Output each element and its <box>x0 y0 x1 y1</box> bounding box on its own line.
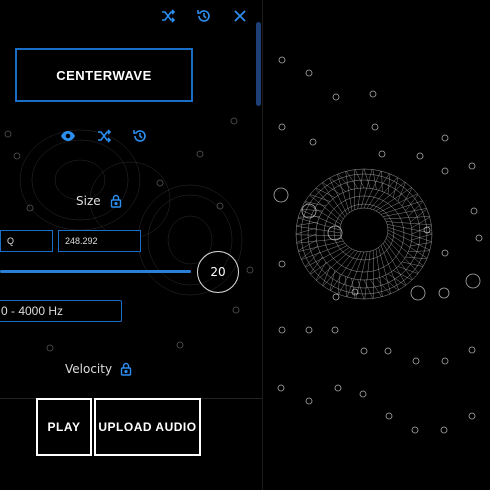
particle <box>440 426 448 434</box>
particle <box>416 152 424 160</box>
top-toolbar <box>160 8 248 24</box>
torus-line <box>382 243 407 286</box>
torus-line <box>387 226 432 242</box>
frequency-value: 0 - 4000 Hz <box>1 304 64 318</box>
torus-line <box>296 221 318 226</box>
torus-line <box>357 279 365 300</box>
particle <box>441 357 449 365</box>
torus-line <box>410 242 432 247</box>
particle <box>278 260 286 268</box>
size-input-b[interactable]: 248.292 <box>58 230 141 252</box>
velocity-label: Velocity <box>65 362 113 376</box>
particle <box>410 285 426 301</box>
particle <box>278 56 286 64</box>
particle <box>468 346 476 354</box>
torus-line <box>372 169 377 190</box>
shuffle-icon[interactable] <box>160 8 176 24</box>
particle <box>470 207 478 215</box>
particle <box>305 69 313 77</box>
scrollbar-thumb[interactable] <box>256 22 261 106</box>
torus-line <box>366 173 390 209</box>
torus-line <box>301 208 323 212</box>
torus-line <box>387 232 428 259</box>
torus-line <box>329 270 336 291</box>
particle <box>468 162 476 170</box>
particle <box>309 138 317 146</box>
particle <box>412 357 420 365</box>
control-panel: CENTERWAVE Size Q 248.292 20 0 - 4000 Hz… <box>0 0 262 490</box>
history-icon[interactable] <box>132 128 148 144</box>
particle <box>384 347 392 355</box>
lock-icon[interactable] <box>110 193 122 208</box>
panel-divider <box>262 0 263 490</box>
particle <box>277 384 285 392</box>
torus-line <box>338 251 362 295</box>
particle <box>438 287 450 299</box>
particle <box>369 90 377 98</box>
torus-line <box>408 250 430 252</box>
particle <box>359 390 367 398</box>
particle <box>331 326 339 334</box>
torus-line <box>296 238 342 244</box>
slider-knob[interactable]: 20 <box>197 251 239 293</box>
torus-line <box>305 245 348 268</box>
torus-line <box>387 235 424 266</box>
torus-line <box>387 173 391 195</box>
torus-line <box>386 238 419 274</box>
size-label: Size <box>76 194 101 208</box>
particle <box>360 347 368 355</box>
torus-line <box>298 240 344 252</box>
eye-icon[interactable] <box>60 128 76 144</box>
torus-line <box>384 240 413 280</box>
particle <box>465 273 481 289</box>
particle <box>301 203 317 219</box>
torus-line <box>405 256 427 260</box>
view-controls <box>60 128 148 144</box>
upload-audio-button[interactable]: UPLOAD AUDIO <box>94 398 201 456</box>
centerwave-button[interactable]: CENTERWAVE <box>15 48 193 102</box>
torus-line <box>392 177 399 198</box>
frequency-range-field[interactable]: 0 - 4000 Hz <box>0 300 122 322</box>
particle <box>334 384 342 392</box>
particle <box>411 426 419 434</box>
torus-line <box>316 248 353 281</box>
torus-line <box>315 188 344 220</box>
history-icon[interactable] <box>196 8 212 24</box>
torus-line <box>310 247 350 275</box>
particle <box>305 397 313 405</box>
slider-track[interactable] <box>0 270 191 273</box>
particle <box>475 234 483 242</box>
torus-line <box>296 233 317 243</box>
torus-line <box>384 216 430 220</box>
size-input-a[interactable]: Q <box>0 230 53 252</box>
particle <box>371 123 379 131</box>
particle <box>332 93 340 101</box>
particle <box>441 249 449 257</box>
particle <box>441 134 449 142</box>
particle <box>468 412 476 420</box>
particle <box>378 150 386 158</box>
torus-line <box>351 278 356 299</box>
torus-line <box>295 227 317 235</box>
particle <box>305 326 313 334</box>
particle <box>278 326 286 334</box>
torus-line <box>381 171 383 192</box>
lock-icon[interactable] <box>120 361 132 376</box>
particle <box>278 123 286 131</box>
torus-line <box>411 233 433 241</box>
torus-line <box>315 261 327 281</box>
shuffle-icon[interactable] <box>96 128 112 144</box>
particle <box>441 167 449 175</box>
slider-value: 20 <box>210 265 226 279</box>
particle <box>332 293 340 301</box>
torus-line <box>337 273 341 295</box>
play-button[interactable]: PLAY <box>36 398 92 456</box>
particle <box>385 412 393 420</box>
close-icon[interactable] <box>232 8 248 24</box>
particle <box>273 187 289 203</box>
